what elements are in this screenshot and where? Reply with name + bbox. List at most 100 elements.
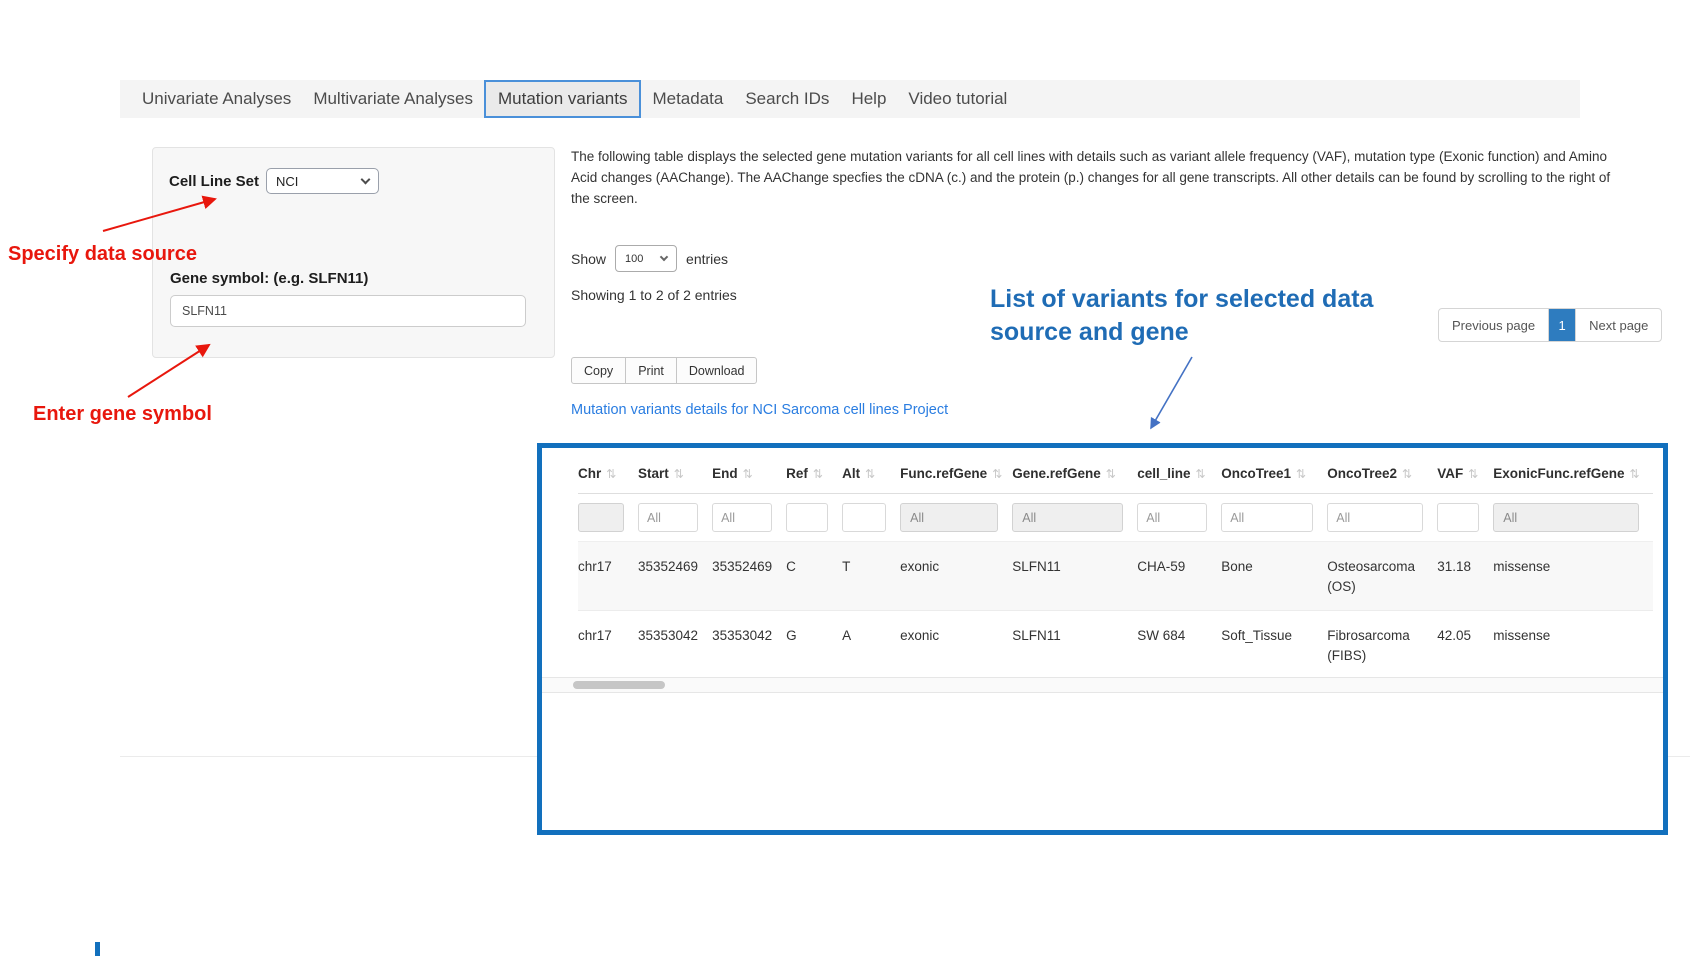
- column-header-OncoTree1[interactable]: OncoTree1 ⇅: [1221, 460, 1327, 494]
- filter-input-End[interactable]: [712, 503, 772, 532]
- cell-line-set-select[interactable]: NCI: [266, 168, 379, 194]
- filter-cell: [1327, 494, 1437, 542]
- column-label: OncoTree1: [1221, 466, 1291, 481]
- previous-page-button[interactable]: Previous page: [1439, 309, 1548, 341]
- table-row: chr173535246935352469CTexonicSLFN11CHA-5…: [578, 542, 1653, 611]
- table-info-text: Showing 1 to 2 of 2 entries: [571, 287, 737, 303]
- sort-icon: ⇅: [674, 467, 684, 481]
- sort-icon: ⇅: [1402, 467, 1412, 481]
- gene-symbol-input[interactable]: [170, 295, 526, 327]
- table-cell: C: [786, 542, 842, 611]
- tab-mutation-variants[interactable]: Mutation variants: [484, 80, 641, 118]
- download-button[interactable]: Download: [676, 357, 758, 384]
- table-cell: 35353042: [638, 611, 712, 680]
- table-header-row: Chr⇅Start⇅End⇅Ref⇅Alt⇅Func.refGene⇅Gene.…: [578, 460, 1653, 494]
- column-label: End: [712, 466, 738, 481]
- sort-icon: ⇅: [865, 467, 875, 481]
- sort-icon: ⇅: [1296, 467, 1306, 481]
- column-label: Func.refGene: [900, 466, 987, 481]
- table-row: chr173535304235353042GAexonicSLFN11SW 68…: [578, 611, 1653, 680]
- filter-select-Gene.refGene[interactable]: All: [1012, 503, 1123, 532]
- column-label: Alt: [842, 466, 860, 481]
- entries-label: entries: [686, 251, 728, 267]
- gene-symbol-label: Gene symbol: (e.g. SLFN11): [170, 270, 368, 287]
- tab-multivariate-analyses[interactable]: Multivariate Analyses: [302, 80, 484, 118]
- filter-input-OncoTree1[interactable]: [1221, 503, 1313, 532]
- filter-select-Chr[interactable]: [578, 503, 624, 532]
- current-page-button[interactable]: 1: [1548, 309, 1576, 341]
- annotation-enter-gene-symbol: Enter gene symbol: [33, 403, 212, 426]
- filter-input-cell_line[interactable]: [1137, 503, 1207, 532]
- table-cell: SLFN11: [1012, 542, 1137, 611]
- column-header-Start[interactable]: Start ⇅: [638, 460, 712, 494]
- horizontal-scrollbar-track[interactable]: [542, 677, 1663, 693]
- top-nav: Univariate Analyses Multivariate Analyse…: [120, 80, 1580, 118]
- chevron-down-icon: [660, 253, 668, 261]
- column-header-OncoTree2[interactable]: OncoTree2 ⇅: [1327, 460, 1437, 494]
- column-header-VAF[interactable]: VAF⇅: [1437, 460, 1493, 494]
- print-button[interactable]: Print: [625, 357, 677, 384]
- annotation-variants-list: List of variants for selected data sourc…: [990, 283, 1430, 349]
- filter-cell: [1137, 494, 1221, 542]
- column-header-Alt[interactable]: Alt ⇅: [842, 460, 900, 494]
- table-cell: 35352469: [712, 542, 786, 611]
- show-entries-row: Show 100 entries: [571, 245, 728, 272]
- filter-input-Alt[interactable]: [842, 503, 886, 532]
- table-cell: 31.18: [1437, 542, 1493, 611]
- table-cell: missense: [1493, 542, 1653, 611]
- table-cell: 35353042: [712, 611, 786, 680]
- column-header-End[interactable]: End⇅: [712, 460, 786, 494]
- column-label: Ref: [786, 466, 808, 481]
- annotation-specify-data-source: Specify data source: [8, 243, 197, 266]
- column-label: ExonicFunc.refGene: [1493, 466, 1624, 481]
- table-cell: SLFN11: [1012, 611, 1137, 680]
- table-description: The following table displays the selecte…: [571, 146, 1623, 209]
- filter-input-Start[interactable]: [638, 503, 698, 532]
- table-cell: Soft_Tissue: [1221, 611, 1327, 680]
- table-cell: chr17: [578, 542, 638, 611]
- filter-cell: [842, 494, 900, 542]
- copy-button[interactable]: Copy: [571, 357, 626, 384]
- page-length-select[interactable]: 100: [615, 245, 677, 272]
- filter-cell: All: [1493, 494, 1653, 542]
- tab-univariate-analyses[interactable]: Univariate Analyses: [131, 80, 302, 118]
- cell-line-set-row: Cell Line Set NCI: [169, 168, 379, 194]
- filter-input-Ref[interactable]: [786, 503, 828, 532]
- filter-select-ExonicFunc.refGene[interactable]: All: [1493, 503, 1639, 532]
- table-caption-link[interactable]: Mutation variants details for NCI Sarcom…: [571, 402, 948, 418]
- filter-cell: All: [900, 494, 1012, 542]
- show-label: Show: [571, 251, 606, 267]
- table-cell: Fibrosarcoma (FIBS): [1327, 611, 1437, 680]
- column-header-ExonicFunc.refGene[interactable]: ExonicFunc.refGene⇅: [1493, 460, 1653, 494]
- next-page-button[interactable]: Next page: [1576, 309, 1661, 341]
- column-label: Chr: [578, 466, 601, 481]
- tab-metadata[interactable]: Metadata: [641, 80, 734, 118]
- cell-line-set-value: NCI: [276, 174, 298, 189]
- filter-select-Func.refGene[interactable]: All: [900, 503, 998, 532]
- column-label: Gene.refGene: [1012, 466, 1101, 481]
- tab-help[interactable]: Help: [840, 80, 897, 118]
- query-panel: Cell Line Set NCI Gene symbol: (e.g. SLF…: [152, 147, 555, 358]
- chevron-down-icon: [361, 175, 371, 185]
- horizontal-scrollbar-thumb[interactable]: [573, 681, 665, 689]
- column-header-Chr[interactable]: Chr⇅: [578, 460, 638, 494]
- table-filter-row: All All All: [578, 494, 1653, 542]
- table-cell: chr17: [578, 611, 638, 680]
- column-header-cell_line[interactable]: cell_line⇅: [1137, 460, 1221, 494]
- column-header-Gene.refGene[interactable]: Gene.refGene⇅: [1012, 460, 1137, 494]
- column-label: Start: [638, 466, 669, 481]
- sort-icon: ⇅: [992, 467, 1002, 481]
- variants-table-box: Chr⇅Start⇅End⇅Ref⇅Alt⇅Func.refGene⇅Gene.…: [537, 443, 1668, 835]
- column-header-Ref[interactable]: Ref⇅: [786, 460, 842, 494]
- tab-video-tutorial[interactable]: Video tutorial: [897, 80, 1018, 118]
- filter-input-OncoTree2[interactable]: [1327, 503, 1423, 532]
- tab-search-ids[interactable]: Search IDs: [734, 80, 840, 118]
- column-header-Func.refGene[interactable]: Func.refGene ⇅: [900, 460, 1012, 494]
- table-cell: Osteosarcoma (OS): [1327, 542, 1437, 611]
- cropped-annotation-mark: [95, 942, 100, 956]
- filter-input-VAF[interactable]: [1437, 503, 1479, 532]
- table-cell: exonic: [900, 611, 1012, 680]
- arrow-variants-list: [1151, 357, 1192, 428]
- table-cell: exonic: [900, 542, 1012, 611]
- column-label: OncoTree2: [1327, 466, 1397, 481]
